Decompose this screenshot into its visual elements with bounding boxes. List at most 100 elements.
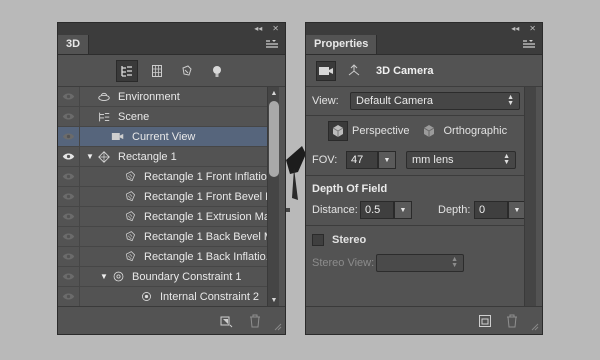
tree-row[interactable]: Rectangle 1 Front Inflatio...: [58, 167, 268, 187]
close-icon[interactable]: ✕: [529, 23, 536, 35]
stereo-view-select[interactable]: ▲ ▼: [376, 254, 464, 272]
visibility-eye-icon[interactable]: [58, 147, 80, 166]
properties-title: 3D Camera: [376, 64, 434, 77]
fov-dropdown-button[interactable]: ▼: [378, 151, 396, 169]
tree-row-label: Rectangle 1: [118, 150, 177, 163]
scroll-up-arrow-icon[interactable]: ▲: [268, 87, 280, 99]
tree-row-label: Rectangle 1 Extrusion Mat...: [144, 210, 268, 223]
tree-row-label: Environment: [118, 90, 180, 103]
lens-select[interactable]: mm lens ▲ ▼: [406, 151, 516, 169]
properties-body: View: Default Camera ▲ ▼ Perspective Orth…: [306, 87, 542, 306]
tree-row-label: Rectangle 1 Back Bevel M...: [144, 230, 268, 243]
constraint-icon: [110, 269, 126, 285]
lens-select-value: mm lens: [412, 154, 454, 166]
scene-tree: Environment Scene Current View ▼ Rectangle 1…: [58, 87, 285, 307]
resize-grip-icon[interactable]: [531, 323, 539, 331]
expand-triangle-icon[interactable]: ▼: [98, 272, 110, 281]
distance-row: Distance: 0.5 ▼ Depth: 0 ▼: [312, 201, 526, 219]
view-label: View:: [312, 95, 339, 107]
close-icon[interactable]: ✕: [272, 23, 279, 35]
panel-3d-topstrip: ◂◂ ✕: [58, 23, 285, 35]
tree-row[interactable]: Rectangle 1 Front Bevel M...: [58, 187, 268, 207]
meshes-icon: [151, 64, 162, 77]
panel-menu-icon[interactable]: [522, 38, 536, 50]
tree-row[interactable]: ▼ Rectangle 1: [58, 147, 268, 167]
orthographic-label: Orthographic: [443, 125, 508, 137]
resize-grip-icon[interactable]: [274, 323, 282, 331]
tab-3d[interactable]: 3D: [58, 35, 90, 54]
fov-input[interactable]: 47: [346, 151, 378, 169]
stereo-view-row: Stereo View: ▲ ▼: [312, 254, 464, 272]
internal-constraint-icon: [138, 289, 154, 305]
tree-row[interactable]: ▼ Boundary Constraint 1: [58, 267, 268, 287]
tab-properties[interactable]: Properties: [306, 35, 378, 54]
visibility-eye-icon[interactable]: [58, 227, 80, 246]
tree-row[interactable]: Environment: [58, 87, 268, 107]
tree-row[interactable]: Rectangle 1 Extrusion Mat...: [58, 207, 268, 227]
panel-properties-footer: [306, 306, 542, 334]
camera-icon: [110, 129, 126, 145]
tree-row[interactable]: Scene: [58, 107, 268, 127]
panel-properties-tabbar: Properties: [306, 35, 542, 55]
environment-icon: [96, 89, 112, 105]
scroll-thumb[interactable]: [269, 101, 279, 177]
distance-input[interactable]: 0.5: [360, 201, 394, 219]
meshes-button[interactable]: [146, 60, 168, 82]
camera-properties-button[interactable]: [316, 60, 336, 81]
tree-row-label: Rectangle 1 Front Bevel M...: [144, 190, 268, 203]
visibility-eye-icon[interactable]: [58, 127, 80, 146]
visibility-eye-icon[interactable]: [58, 267, 80, 286]
trash-icon[interactable]: [249, 314, 261, 328]
updown-arrows-icon: ▲ ▼: [507, 94, 514, 107]
panel-properties-topstrip: ◂◂ ✕: [306, 23, 542, 35]
visibility-eye-icon[interactable]: [58, 167, 80, 186]
coordinates-button[interactable]: [344, 61, 364, 81]
depth-input[interactable]: 0: [474, 201, 508, 219]
tree-row[interactable]: Rectangle 1 Back Bevel M...: [58, 227, 268, 247]
divider: [306, 115, 524, 116]
fov-row: FOV: 47 ▼ mm lens ▲ ▼: [312, 151, 516, 169]
expand-triangle-icon[interactable]: ▼: [84, 152, 96, 161]
scene-tree-list: Environment Scene Current View ▼ Rectangle 1…: [58, 87, 268, 307]
panel-menu-icon[interactable]: [265, 38, 279, 50]
visibility-eye-icon[interactable]: [58, 287, 80, 306]
whole-scene-button[interactable]: [115, 59, 138, 82]
divider: [306, 225, 524, 226]
updown-arrows-icon: ▲ ▼: [451, 256, 458, 269]
depth-label: Depth:: [438, 204, 471, 216]
tree-row[interactable]: Current View: [58, 127, 268, 147]
tree-row[interactable]: Rectangle 1 Back Inflatio...: [58, 247, 268, 267]
trash-icon[interactable]: [506, 314, 518, 328]
material-icon: [122, 249, 138, 265]
orthographic-button[interactable]: [419, 121, 439, 141]
visibility-eye-icon[interactable]: [58, 247, 80, 266]
projection-row: Perspective Orthographic: [328, 121, 507, 141]
perspective-label: Perspective: [352, 125, 410, 137]
tree-row-label: Current View: [132, 130, 196, 143]
tree-row[interactable]: Internal Constraint 2: [58, 287, 268, 307]
render-icon[interactable]: [478, 314, 492, 328]
distance-dropdown-button[interactable]: ▼: [394, 201, 412, 219]
scroll-down-arrow-icon[interactable]: ▼: [268, 294, 280, 306]
properties-scrollbar[interactable]: [524, 87, 536, 306]
perspective-cube-icon: [332, 125, 344, 137]
visibility-eye-icon[interactable]: [58, 207, 80, 226]
collapse-icon[interactable]: ◂◂: [511, 23, 519, 35]
scene-icon: [96, 109, 112, 125]
whole-scene-icon: [120, 65, 132, 77]
tree-row-label: Rectangle 1 Front Inflatio...: [144, 170, 268, 183]
visibility-eye-icon[interactable]: [58, 107, 80, 126]
stereo-checkbox[interactable]: [312, 234, 324, 246]
collapse-icon[interactable]: ◂◂: [254, 23, 262, 35]
add-object-icon[interactable]: [219, 314, 235, 328]
view-select[interactable]: Default Camera ▲ ▼: [350, 92, 520, 110]
perspective-button[interactable]: [328, 121, 348, 141]
orthographic-cube-icon: [424, 125, 435, 137]
visibility-eye-icon[interactable]: [58, 87, 80, 106]
lights-button[interactable]: [206, 60, 228, 82]
tree-scrollbar[interactable]: ▲ ▼: [267, 87, 279, 306]
coordinates-icon: [348, 63, 360, 75]
materials-button[interactable]: [176, 60, 198, 82]
updown-arrows-icon: ▲ ▼: [503, 153, 510, 166]
visibility-eye-icon[interactable]: [58, 187, 80, 206]
